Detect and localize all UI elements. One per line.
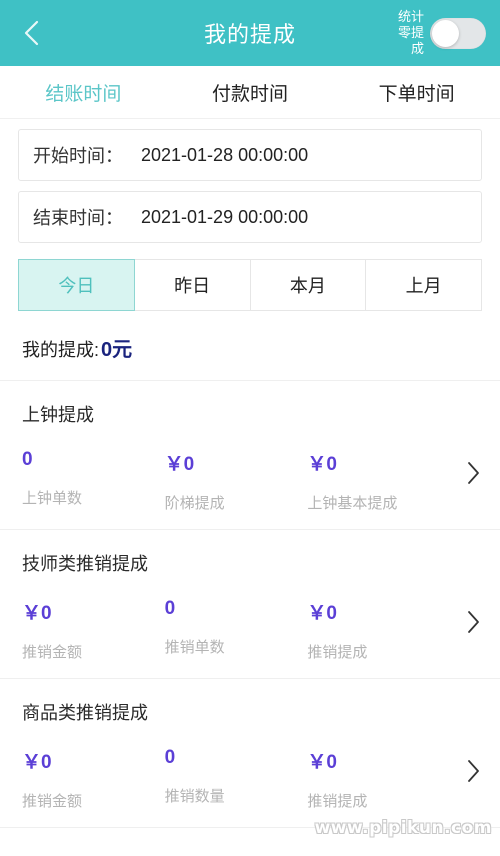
section-technician-sales-commission[interactable]: 技师类推销提成 ￥0 推销金额 0 推销单数 ￥0 推销提成: [0, 530, 500, 679]
stat-item: 0 推销单数: [165, 598, 308, 657]
stat-value: 0: [164, 598, 176, 619]
summary-value: 0元: [101, 339, 133, 361]
app-header: 我的提成 统计 零提成: [0, 0, 500, 66]
stat-group: ￥0 推销金额 0 推销数量 ￥0 推销提成: [0, 747, 500, 811]
stat-group: ￥0 推销金额 0 推销单数 ￥0 推销提成: [0, 598, 500, 662]
stat-value: 0: [164, 747, 176, 768]
stat-label: 推销提成: [307, 644, 368, 661]
start-time-field[interactable]: 开始时间： 2021-01-28 00:00:00: [18, 129, 482, 181]
stat-value: ￥0: [307, 752, 337, 773]
stat-item: 0 上钟单数: [22, 449, 165, 508]
time-type-tabs: 结账时间 付款时间 下单时间: [0, 66, 500, 119]
chevron-right-icon[interactable]: [464, 459, 482, 487]
stat-label: 推销金额: [22, 644, 83, 661]
summary-label: 我的提成:: [22, 340, 100, 360]
range-today[interactable]: 今日: [18, 259, 135, 311]
stat-item: ￥0 阶梯提成: [165, 449, 308, 513]
stat-label: 推销提成: [307, 793, 368, 810]
tab-settlement-time[interactable]: 结账时间: [0, 79, 167, 106]
toggle-label: 统计 零提成: [388, 9, 424, 57]
toggle-knob: [432, 19, 459, 47]
stat-value: ￥0: [307, 603, 337, 624]
section-title: 上钟提成: [22, 405, 94, 425]
stat-label: 上钟单数: [22, 490, 83, 507]
end-time-field[interactable]: 结束时间： 2021-01-29 00:00:00: [18, 191, 482, 243]
stat-label: 上钟基本提成: [307, 495, 398, 512]
end-time-label: 结束时间：: [33, 208, 123, 228]
section-title: 技师类推销提成: [22, 554, 148, 574]
stat-item: ￥0 推销提成: [307, 598, 450, 662]
section-clock-commission[interactable]: 上钟提成 0 上钟单数 ￥0 阶梯提成 ￥0 上钟基本提成: [0, 381, 500, 530]
section-title: 商品类推销提成: [22, 703, 148, 723]
tab-order-time[interactable]: 下单时间: [333, 79, 500, 106]
stat-item: ￥0 推销提成: [307, 747, 450, 811]
quick-range-group: 今日 昨日 本月 上月: [18, 259, 482, 311]
stat-label: 阶梯提成: [164, 495, 225, 512]
range-this-month[interactable]: 本月: [250, 259, 367, 311]
stat-value: ￥0: [164, 454, 195, 475]
tab-payment-time[interactable]: 付款时间: [167, 79, 334, 106]
toggle-label-line2: 零提成: [397, 25, 424, 56]
toggle-label-line1: 统计: [397, 9, 424, 24]
stat-label: 推销金额: [22, 793, 83, 810]
stat-value: ￥0: [307, 454, 337, 475]
start-time-label: 开始时间：: [33, 146, 123, 166]
stat-group: 0 上钟单数 ￥0 阶梯提成 ￥0 上钟基本提成: [0, 449, 500, 513]
stat-value: ￥0: [22, 752, 52, 773]
stat-label: 推销单数: [164, 639, 225, 656]
my-commission-summary: 我的提成: 0元: [0, 311, 500, 381]
start-time-value: 2021-01-28 00:00:00: [141, 144, 309, 165]
stat-value: ￥0: [22, 603, 52, 624]
toggle-track[interactable]: [430, 17, 486, 49]
stat-item: 0 推销数量: [165, 747, 308, 806]
section-product-sales-commission[interactable]: 商品类推销提成 ￥0 推销金额 0 推销数量 ￥0 推销提成: [0, 679, 500, 828]
stat-value: 0: [22, 449, 33, 470]
stat-item: ￥0 推销金额: [22, 598, 165, 662]
end-time-value: 2021-01-29 00:00:00: [141, 206, 309, 227]
stat-item: ￥0 上钟基本提成: [307, 449, 450, 513]
range-last-month[interactable]: 上月: [366, 259, 482, 311]
chevron-right-icon[interactable]: [464, 608, 482, 636]
range-yesterday[interactable]: 昨日: [134, 259, 251, 311]
zero-commission-toggle[interactable]: 统计 零提成: [388, 9, 486, 57]
stat-label: 推销数量: [164, 788, 225, 805]
chevron-right-icon[interactable]: [464, 757, 482, 785]
stat-item: ￥0 推销金额: [22, 747, 165, 811]
